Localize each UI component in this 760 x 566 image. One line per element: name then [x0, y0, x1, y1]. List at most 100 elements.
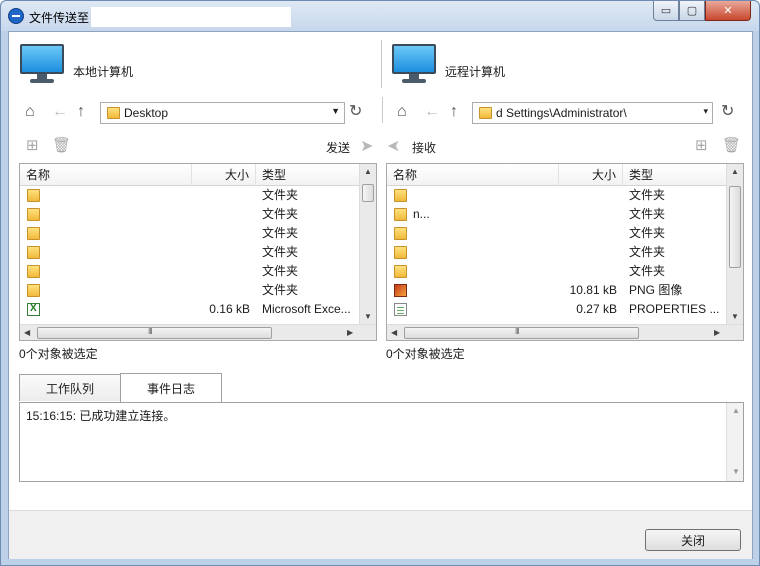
file-type: 文件夹 [629, 245, 666, 259]
list-item[interactable]: 10.81 kB PNG 图像 [387, 281, 743, 300]
refresh-icon[interactable]: ↻ [721, 104, 734, 120]
folder-icon [27, 246, 40, 259]
scroll-thumb[interactable] [404, 327, 639, 339]
new-folder-icon[interactable]: ⊞ [695, 136, 708, 154]
up-arrow-icon[interactable]: ↑ [77, 104, 85, 120]
scroll-right-icon[interactable]: ▶ [347, 328, 353, 337]
log-vertical-scrollbar[interactable]: ▲ ▼ [726, 403, 743, 481]
home-icon[interactable]: ⌂ [397, 104, 407, 120]
file-size [192, 281, 250, 300]
list-item[interactable]: 0.16 kB Microsoft Exce... [20, 300, 376, 319]
column-header-type[interactable]: 类型 [623, 164, 729, 186]
file-size [192, 224, 250, 243]
list-item[interactable]: 文件夹 [20, 224, 376, 243]
list-item[interactable]: 文件夹 [20, 205, 376, 224]
send-arrow-icon[interactable]: ➤ [360, 136, 373, 156]
new-folder-icon[interactable]: ⊞ [26, 136, 39, 154]
scroll-up-icon[interactable]: ▲ [732, 406, 740, 415]
local-path-combo[interactable]: Desktop ▼ [100, 102, 345, 124]
file-size: 0.27 kB [576, 302, 617, 316]
scroll-thumb[interactable] [37, 327, 272, 339]
remote-selection-status: 0个对象被选定 [386, 347, 465, 361]
file-type: PROPERTIES ... [629, 302, 720, 316]
list-item[interactable]: 文件夹 [20, 281, 376, 300]
dialog-body: 本地计算机 远程计算机 ⌂ ← ↑ Desktop ▼ ↻ ⌂ ← ↑ d Se… [8, 31, 753, 559]
local-path-text: Desktop [124, 106, 169, 120]
title-bar[interactable]: 文件传送至 ▭ ▢ ✕ [1, 1, 759, 31]
scroll-left-icon[interactable]: ◀ [24, 328, 30, 337]
file-size: 10.81 kB [569, 283, 617, 297]
file-name: n... [413, 207, 430, 221]
local-vertical-scrollbar[interactable]: ▲ ▼ [359, 164, 376, 324]
back-arrow-icon[interactable]: ← [52, 104, 68, 120]
scroll-up-icon[interactable]: ▲ [364, 167, 372, 176]
list-item[interactable]: n... 文件夹 [387, 205, 743, 224]
window-title: 文件传送至 [29, 11, 90, 25]
maximize-button[interactable]: ▢ [679, 1, 705, 21]
scroll-down-icon[interactable]: ▼ [364, 312, 372, 321]
remote-horizontal-scrollbar[interactable]: ◀ III ▶ [387, 324, 743, 340]
list-item[interactable]: 文件夹 [387, 186, 743, 205]
column-header-name[interactable]: 名称 [387, 164, 559, 186]
scroll-left-icon[interactable]: ◀ [391, 328, 397, 337]
local-horizontal-scrollbar[interactable]: ◀ III ▶ [20, 324, 376, 340]
file-type: 文件夹 [629, 207, 666, 221]
folder-icon [107, 107, 120, 119]
scroll-thumb[interactable] [362, 184, 374, 202]
home-icon[interactable]: ⌂ [25, 104, 35, 120]
file-size [192, 186, 250, 205]
nav-divider [382, 97, 383, 123]
scroll-down-icon[interactable]: ▼ [731, 312, 739, 321]
receive-label[interactable]: 接收 [412, 139, 436, 156]
column-header-name[interactable]: 名称 [20, 164, 192, 186]
tab-work-queue[interactable]: 工作队列 [19, 374, 121, 401]
local-computer-icon [20, 44, 64, 84]
file-type: 文件夹 [629, 264, 666, 278]
local-file-list[interactable]: 名称 大小 类型 文件夹文件夹文件夹文件夹文件夹文件夹0.16 kBMicros… [19, 163, 377, 341]
scroll-down-icon[interactable]: ▼ [732, 467, 740, 476]
chevron-down-icon[interactable]: ▾ [703, 106, 708, 117]
remote-file-list[interactable]: 名称 大小 类型 文件夹 n... 文件夹 文件夹 文件夹 文件夹 10.81 kB PNG … [386, 163, 744, 341]
up-arrow-icon[interactable]: ↑ [450, 104, 458, 120]
list-item[interactable]: 文件夹 [20, 262, 376, 281]
chevron-down-icon[interactable]: ▼ [331, 106, 340, 116]
file-size [559, 205, 617, 224]
list-item[interactable]: 文件夹 [387, 262, 743, 281]
remote-vertical-scrollbar[interactable]: ▲ ▼ [726, 164, 743, 324]
list-item[interactable]: 0.27 kB PROPERTIES ... [387, 300, 743, 319]
remote-computer-label: 远程计算机 [445, 65, 506, 79]
maximize-icon: ▢ [686, 5, 698, 17]
list-item[interactable]: 文件夹 [387, 224, 743, 243]
scroll-thumb[interactable] [729, 186, 741, 268]
delete-icon[interactable]: 🗑 [722, 136, 741, 154]
file-name [413, 262, 553, 281]
column-header-size[interactable]: 大小 [559, 164, 623, 186]
delete-icon[interactable]: 🗑 [52, 136, 71, 154]
remote-path-combo[interactable]: d Settings\Administrator\ ▾ [472, 102, 713, 124]
file-name [46, 224, 186, 243]
excel-file-icon [27, 303, 40, 316]
close-button[interactable]: 关闭 [645, 529, 741, 551]
local-computer-label: 本地计算机 [73, 65, 134, 79]
column-header-type[interactable]: 类型 [256, 164, 362, 186]
receive-arrow-icon[interactable]: ➤ [387, 136, 400, 156]
file-type: 文件夹 [262, 283, 299, 297]
title-redaction [91, 7, 291, 27]
minimize-button[interactable]: ▭ [653, 1, 679, 21]
file-type: 文件夹 [629, 226, 666, 240]
list-item[interactable]: 文件夹 [20, 186, 376, 205]
file-name [46, 262, 186, 281]
file-size [192, 262, 250, 281]
scroll-right-icon[interactable]: ▶ [714, 328, 720, 337]
send-label[interactable]: 发送 [326, 139, 350, 156]
window-close-button[interactable]: ✕ [705, 1, 751, 21]
scroll-up-icon[interactable]: ▲ [731, 167, 739, 176]
event-log-text[interactable]: 15:16:15: 已成功建立连接。 [20, 403, 727, 481]
file-type: Microsoft Exce... [262, 302, 351, 316]
column-header-size[interactable]: 大小 [192, 164, 256, 186]
list-item[interactable]: 文件夹 [20, 243, 376, 262]
tab-event-log[interactable]: 事件日志 [120, 373, 222, 402]
refresh-icon[interactable]: ↻ [349, 104, 362, 120]
list-item[interactable]: 文件夹 [387, 243, 743, 262]
back-arrow-icon[interactable]: ← [424, 104, 440, 120]
